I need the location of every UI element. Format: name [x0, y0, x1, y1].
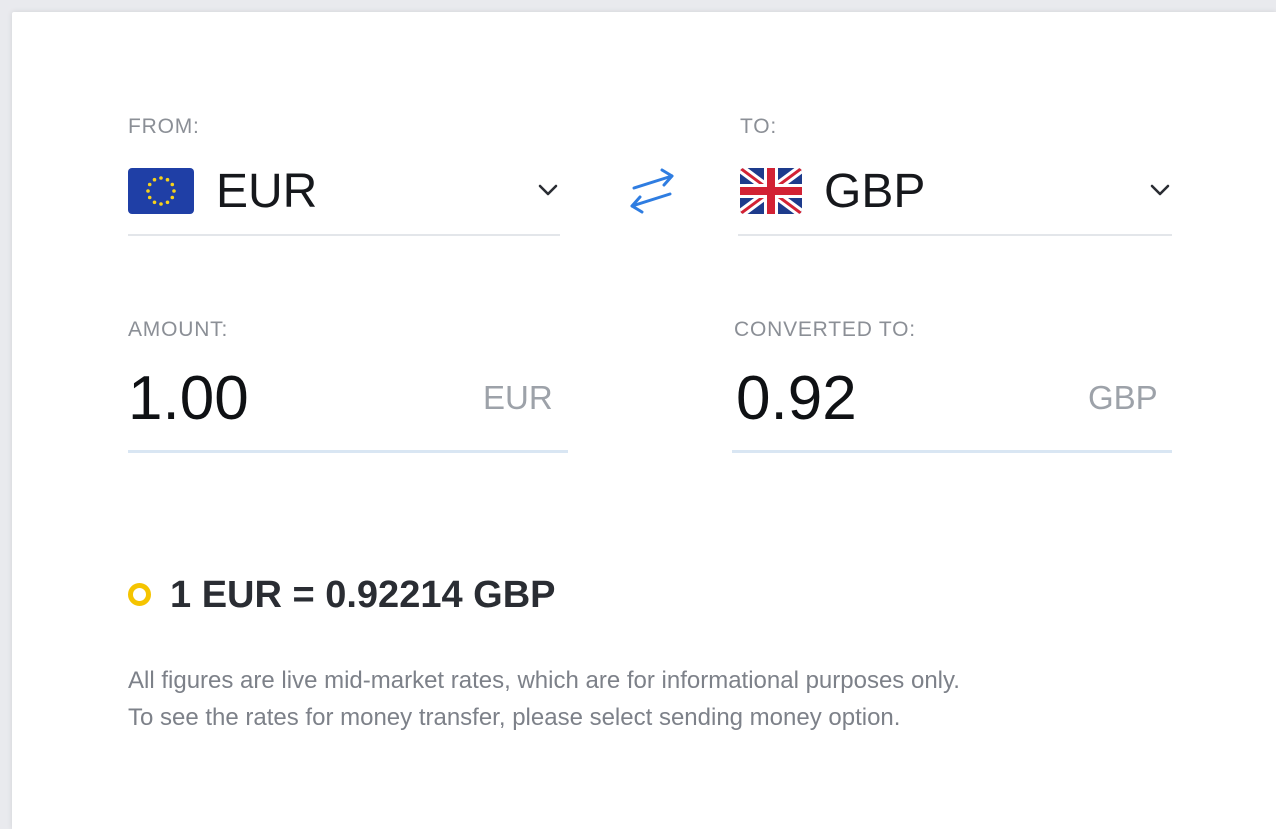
chevron-down-icon[interactable] [536, 178, 560, 202]
eu-flag-icon [128, 168, 194, 214]
from-currency-code: EUR [216, 165, 318, 218]
swap-arrows-icon [630, 168, 674, 214]
converted-value: 0.92 [736, 364, 857, 433]
live-rate-indicator-icon [128, 583, 151, 606]
converted-label: CONVERTED TO: [734, 318, 916, 341]
to-currency-code: GBP [824, 165, 926, 218]
exchange-rate-text: 1 EUR = 0.92214 GBP [170, 574, 556, 616]
converted-currency-unit: GBP [1088, 379, 1158, 416]
rates-disclaimer: All figures are live mid-market rates, w… [128, 662, 1208, 736]
chevron-down-icon[interactable] [1148, 178, 1172, 202]
to-label: TO: [740, 115, 778, 138]
from-currency-select[interactable]: EUR [128, 164, 560, 236]
uk-flag-icon [740, 168, 802, 214]
to-currency-select[interactable]: GBP [738, 164, 1172, 236]
disclaimer-line-2: To see the rates for money transfer, ple… [128, 704, 901, 731]
disclaimer-line-1: All figures are live mid-market rates, w… [128, 667, 960, 694]
amount-input[interactable]: 1.00 EUR [128, 364, 568, 453]
from-label: FROM: [128, 115, 200, 138]
swap-currencies-button[interactable] [620, 164, 684, 224]
currency-converter-card: FROM: EUR TO: GBP AMOUNT: 1.00 EUR CONVE… [12, 12, 1276, 829]
converted-amount-field[interactable]: 0.92 GBP [732, 364, 1172, 453]
amount-currency-unit: EUR [483, 379, 553, 416]
amount-label: AMOUNT: [128, 318, 229, 341]
amount-value[interactable]: 1.00 [128, 364, 249, 434]
